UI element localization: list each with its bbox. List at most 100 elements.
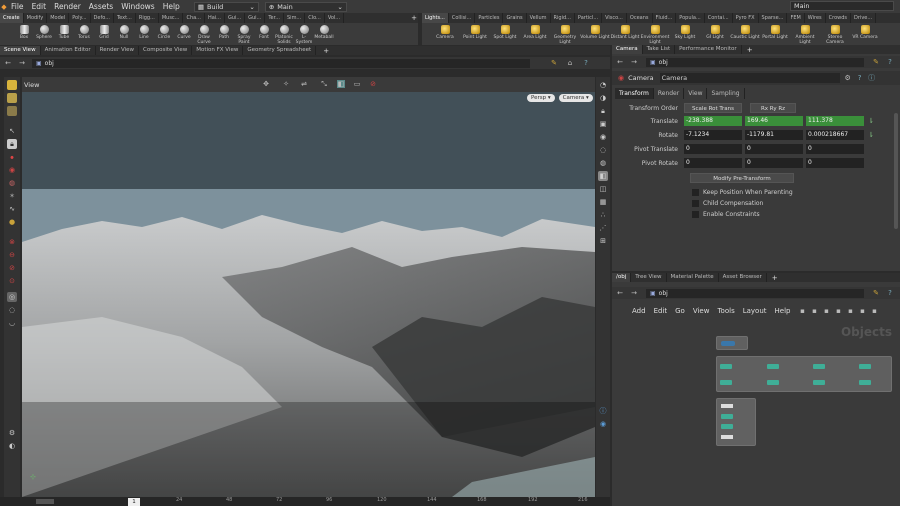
network-menu-view[interactable]: View [689,305,714,318]
view-tool-icon[interactable]: ◌ [7,305,17,315]
tab-asset-browser[interactable]: Asset Browser [719,273,767,282]
forward-arrow-icon[interactable]: → [630,58,638,66]
light-bulb-icon[interactable]: ◉ [598,132,608,142]
param-scrollbar[interactable] [894,113,898,229]
ghost-icon[interactable]: ◔ [598,80,608,90]
tab-motion-fx-view[interactable]: Motion FX View [192,46,244,55]
add-tab-icon[interactable]: + [746,46,754,54]
persp-dropdown[interactable]: Persp ▾ [527,94,555,102]
add-tab-icon[interactable]: + [322,47,330,55]
link-tool-icon[interactable]: ⇌ [300,80,308,88]
tool-font[interactable]: Font [254,23,274,45]
brush-icon[interactable]: ✶ [7,191,17,201]
shelf-tab-cha[interactable]: Cha... [183,13,205,23]
forward-arrow-icon[interactable]: → [630,289,638,297]
shelf-tab-sim[interactable]: Sim... [284,13,306,23]
modify-pre-transform-button[interactable]: Modify Pre-Transform [690,173,794,183]
network-menu-tools[interactable]: Tools [713,305,738,318]
render-region-icon[interactable]: ▭ [353,80,361,88]
link-icon[interactable]: ⌂ [566,59,574,67]
shelf-tab-rigid[interactable]: Rigid... [551,13,575,23]
help-icon[interactable]: ? [886,289,894,297]
camera-view-icon[interactable]: ▣ [598,119,608,129]
shelf-tab-particl[interactable]: Particl... [575,13,603,23]
shelf-tab-fluid[interactable]: Fluid... [653,13,677,23]
shelf-tab-wires[interactable]: Wires [805,13,826,23]
menu-edit[interactable]: Edit [28,0,51,13]
menu-windows[interactable]: Windows [117,0,158,13]
back-arrow-icon[interactable]: ← [616,289,624,297]
cube-icon[interactable]: ▪ [846,307,854,315]
param-value-field[interactable]: 0 [806,144,864,154]
tool-volume-light[interactable]: Volume Light [580,23,610,45]
shelf-tab-musc[interactable]: Musc... [159,13,184,23]
tool-caustic-light[interactable]: Caustic Light [730,23,760,45]
checkbox[interactable] [692,189,699,196]
tool-camera[interactable]: Camera [430,23,460,45]
wire-icon[interactable]: ◫ [598,184,608,194]
shelf-tab-text[interactable]: Text... [114,13,136,23]
back-arrow-icon[interactable]: ← [4,59,12,67]
param-tab-transform[interactable]: Transform [615,88,654,99]
flag-icon[interactable]: ▪ [834,307,842,315]
tool-sphere[interactable]: Sphere [34,23,54,45]
geo-node-chip[interactable] [859,380,871,385]
geo-node-chip[interactable] [720,380,732,385]
add-shelf-icon[interactable]: + [410,14,418,22]
param-value-field[interactable]: -1179.81 [745,130,803,140]
shelf-tab-gui[interactable]: Gui... [245,13,266,23]
param-value-field[interactable]: -7.1234 [684,130,742,140]
menu-file[interactable]: File [7,0,28,13]
tool-null[interactable]: Null [114,23,134,45]
shelf-tab-grains[interactable]: Grains [503,13,527,23]
tool-portal-light[interactable]: Portal Light [760,23,790,45]
lock-icon[interactable]: 🔒︎ [7,139,17,149]
light-node-chip[interactable] [721,424,733,429]
network-path-field[interactable]: ▣ obj [646,288,864,298]
shelf-tab-drive[interactable]: Drive... [851,13,877,23]
network-canvas[interactable]: Objects [612,321,900,506]
point-light-icon[interactable]: ◍ [598,158,608,168]
menu-assets[interactable]: Assets [85,0,117,13]
wrench-icon[interactable]: ▪ [798,307,806,315]
checkbox[interactable] [692,211,699,218]
network-menu-edit[interactable]: Edit [650,305,672,318]
tool-spray-paint[interactable]: Spray Paint [234,23,254,45]
view-camera-icon[interactable]: ◧ [337,80,345,88]
handle-tool-icon[interactable]: ↖ [7,126,17,136]
pan-tool-icon[interactable]: ⊖ [7,250,17,260]
network-menu-help[interactable]: Help [771,305,795,318]
param-value-field[interactable]: 169.46 [745,116,803,126]
light-node-chip[interactable] [721,404,733,408]
left-path-field[interactable]: ▣ obj [32,58,530,68]
layers-icon[interactable]: ▪ [822,307,830,315]
param-tab-sampling[interactable]: Sampling [707,88,745,99]
right-context-dropdown[interactable]: Main [790,1,894,11]
shelf-tab-rigg[interactable]: Rigg... [136,13,159,23]
tab-render-view[interactable]: Render View [96,46,140,55]
param-value-field[interactable]: 0 [684,144,742,154]
light-node-group[interactable] [716,398,756,446]
keyframe-icon[interactable]: ⇂ [867,131,875,139]
tool-geometry-light[interactable]: Geometry Light [550,23,580,45]
geo-node-chip[interactable] [859,364,871,369]
pose-tool-icon[interactable]: ✧ [282,80,290,88]
tab-scene-view[interactable]: Scene View [0,46,41,55]
tool-spot-light[interactable]: Spot Light [490,23,520,45]
shelf-tab-lights[interactable]: Lights... [422,13,449,23]
tool-metaball[interactable]: Metaball [314,23,334,45]
shelf-tab-fem[interactable]: FEM [787,13,805,23]
tab-performance-monitor[interactable]: Performance Monitor [675,45,742,54]
checkbox[interactable] [692,200,699,207]
shelf-tab-poly[interactable]: Poly... [69,13,91,23]
shelf-tab-oceans[interactable]: Oceans [627,13,653,23]
geo-node-group[interactable] [716,356,892,392]
tool-vr-camera[interactable]: VR Camera [850,23,880,45]
tool-torus[interactable]: Torus [74,23,94,45]
orbit-tool-icon[interactable]: ⊘ [7,263,17,273]
shelf-tab-crowds[interactable]: Crowds [826,13,852,23]
bulb-icon[interactable]: ▪ [870,307,878,315]
headlight-icon[interactable]: ◌ [598,145,608,155]
shelf-tab-clo[interactable]: Clo... [305,13,325,23]
geo-node-chip[interactable] [767,380,779,385]
